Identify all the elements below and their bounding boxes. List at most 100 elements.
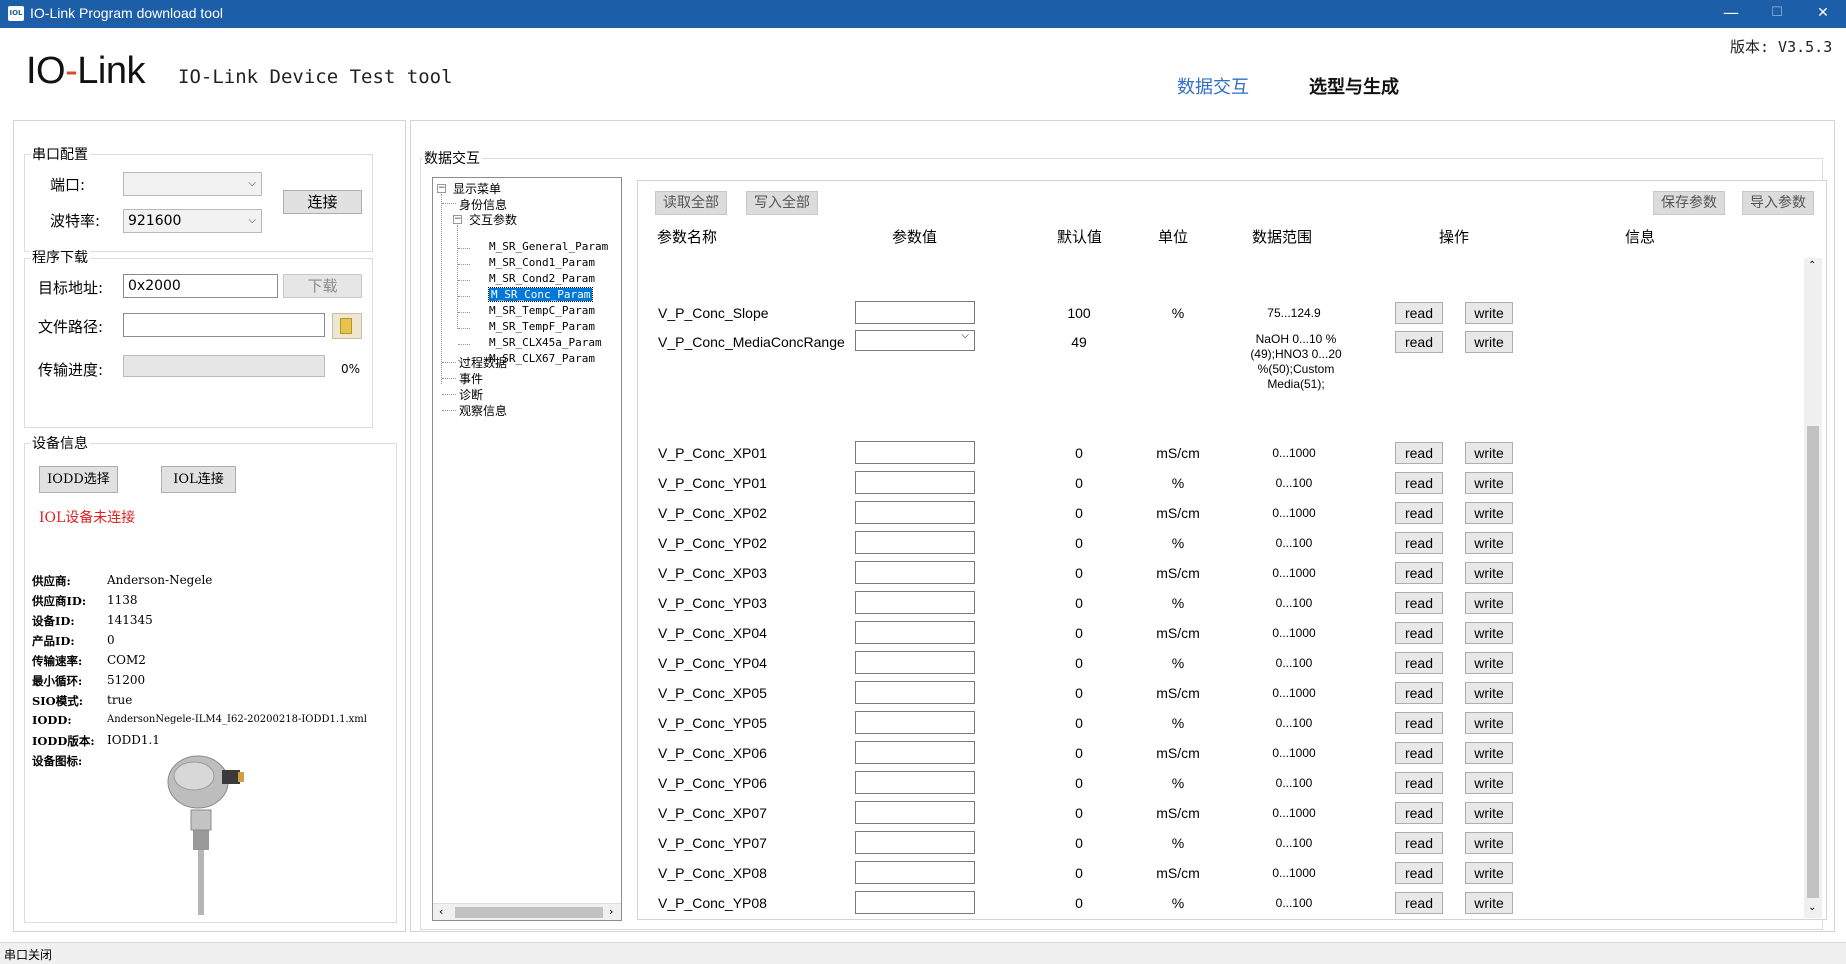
read-button[interactable]: read [1395,652,1443,674]
param-value-select[interactable]: ⌵ [855,330,975,351]
tree-hscrollbar[interactable]: ‹ › [433,903,621,920]
param-range: 0...100 [1275,596,1313,610]
tree-item-param[interactable]: M_SR_Cond1_Param [489,256,595,269]
write-button[interactable]: write [1465,832,1513,854]
write-button[interactable]: write [1465,472,1513,494]
tab-data-interaction[interactable]: 数据交互 [1177,73,1249,99]
chevron-left-icon[interactable]: ‹ [439,905,443,918]
read-button[interactable]: read [1395,331,1443,353]
read-button[interactable]: read [1395,862,1443,884]
param-value-input[interactable] [855,471,975,494]
write-button[interactable]: write [1465,682,1513,704]
read-button[interactable]: read [1395,472,1443,494]
tree-item-param[interactable]: M_SR_General_Param [489,240,608,253]
tree-item-param[interactable]: M_SR_TempC_Param [489,304,595,317]
read-button[interactable]: read [1395,622,1443,644]
info-key: 供应商: [32,574,71,588]
read-button[interactable]: read [1395,302,1443,324]
param-range: 0...100 [1275,836,1313,850]
tree-item-diagnosis[interactable]: 诊断 [459,386,483,403]
read-all-button[interactable]: 读取全部 [655,191,727,215]
tree-item-params[interactable]: 交互参数 [469,211,517,228]
write-button[interactable]: write [1465,652,1513,674]
write-button[interactable]: write [1465,892,1513,914]
import-params-button[interactable]: 导入参数 [1742,191,1814,215]
close-button[interactable]: ✕ [1800,0,1846,28]
read-button[interactable]: read [1395,592,1443,614]
read-button[interactable]: read [1395,712,1443,734]
param-value-input[interactable] [855,891,975,914]
read-button[interactable]: read [1395,802,1443,824]
chevron-up-icon[interactable]: ⌃ [1808,260,1816,271]
write-button[interactable]: write [1465,532,1513,554]
scroll-thumb[interactable] [1807,426,1819,898]
write-button[interactable]: write [1465,712,1513,734]
write-button[interactable]: write [1465,742,1513,764]
write-button[interactable]: write [1465,802,1513,824]
param-value-input[interactable] [855,591,975,614]
write-button[interactable]: write [1465,592,1513,614]
tree-item-observe[interactable]: 观察信息 [459,402,507,419]
param-value-input[interactable] [855,621,975,644]
param-value-input[interactable] [855,861,975,884]
table-vscrollbar[interactable]: ⌃ ⌄ [1804,258,1822,918]
read-button[interactable]: read [1395,742,1443,764]
param-value-input[interactable] [855,301,975,324]
param-name: V_P_Conc_XP05 [658,685,767,701]
download-button[interactable]: 下载 [283,274,362,298]
param-value-input[interactable] [855,561,975,584]
maximize-button[interactable]: ☐ [1754,0,1800,28]
read-button[interactable]: read [1395,442,1443,464]
read-button[interactable]: read [1395,832,1443,854]
read-button[interactable]: read [1395,772,1443,794]
collapse-icon[interactable]: − [453,215,462,224]
read-button[interactable]: read [1395,682,1443,704]
param-value-input[interactable] [855,771,975,794]
read-button[interactable]: read [1395,892,1443,914]
tree-item-param[interactable]: M_SR_CLX45a_Param [489,336,602,349]
chevron-right-icon[interactable]: › [609,905,613,918]
tab-selection-generation[interactable]: 选型与生成 [1309,73,1399,99]
read-button[interactable]: read [1395,562,1443,584]
param-value-input[interactable] [855,711,975,734]
param-value-input[interactable] [855,801,975,824]
menu-tree[interactable]: − 显示菜单 身份信息 − 交互参数 M_SR_General_Param M_S… [432,177,622,921]
iodd-select-button[interactable]: IODD选择 [39,466,118,493]
connect-button[interactable]: 连接 [283,190,362,214]
tree-item-events[interactable]: 事件 [459,370,483,387]
write-button[interactable]: write [1465,862,1513,884]
param-value-input[interactable] [855,831,975,854]
read-button[interactable]: read [1395,502,1443,524]
save-params-button[interactable]: 保存参数 [1653,191,1725,215]
iol-connect-button[interactable]: IOL连接 [161,466,236,493]
browse-folder-button[interactable] [332,313,362,339]
tree-item-process[interactable]: 过程数据 [459,354,507,371]
write-button[interactable]: write [1465,502,1513,524]
write-button[interactable]: write [1465,302,1513,324]
param-value-input[interactable] [855,651,975,674]
chevron-down-icon[interactable]: ⌄ [1808,902,1816,913]
address-input[interactable]: 0x2000 [123,274,278,298]
param-value-input[interactable] [855,441,975,464]
param-value-input[interactable] [855,501,975,524]
write-button[interactable]: write [1465,622,1513,644]
write-all-button[interactable]: 写入全部 [746,191,818,215]
write-button[interactable]: write [1465,331,1513,353]
scroll-thumb[interactable] [455,907,603,918]
param-value-input[interactable] [855,531,975,554]
port-select[interactable]: ⌵ [123,172,262,196]
param-value-input[interactable] [855,741,975,764]
baud-select[interactable]: 921600 ⌵ [123,209,262,233]
file-path-input[interactable] [123,313,325,337]
read-button[interactable]: read [1395,532,1443,554]
write-button[interactable]: write [1465,562,1513,584]
tree-item-param[interactable]: M_SR_TempF_Param [489,320,595,333]
tree-item-param[interactable]: M_SR_Cond2_Param [489,272,595,285]
write-button[interactable]: write [1465,772,1513,794]
write-button[interactable]: write [1465,442,1513,464]
minimize-button[interactable]: — [1708,0,1754,28]
tree-item-param[interactable]: M_SR_Conc_Param [487,287,594,302]
param-value-input[interactable] [855,681,975,704]
tree-root[interactable]: 显示菜单 [453,180,501,197]
collapse-icon[interactable]: − [437,184,446,193]
